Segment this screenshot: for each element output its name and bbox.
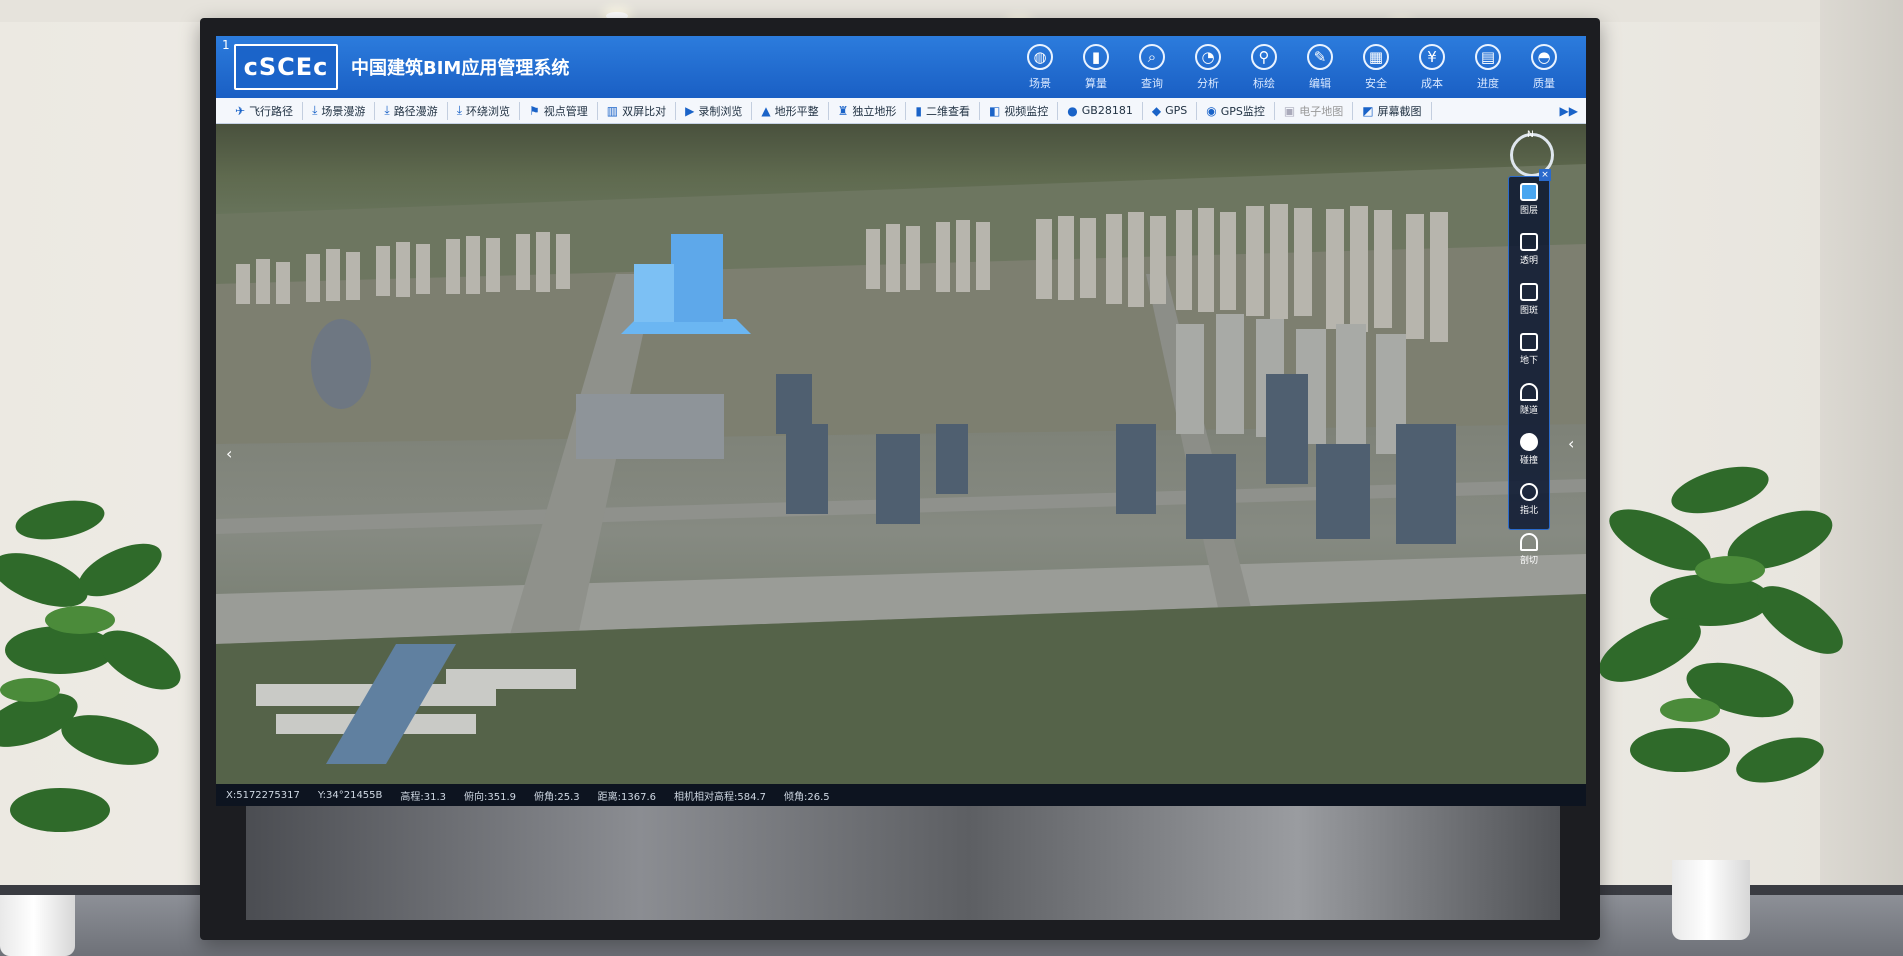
top-nav-query[interactable]: ⌕ 查询 [1124, 42, 1180, 94]
viewpoint-icon: ⚑ [529, 103, 540, 118]
close-icon[interactable]: × [1539, 169, 1551, 181]
top-nav-analysis[interactable]: ◔ 分析 [1180, 42, 1236, 94]
prev-arrow-icon[interactable]: ‹ [226, 444, 232, 463]
camera-icon: ● [1067, 103, 1078, 118]
tool-orbit[interactable]: ⤓ 环绕浏览 [448, 101, 520, 120]
tool-gps-monitor[interactable]: ◉ GPS监控 [1197, 101, 1275, 120]
side-tool-underground[interactable]: 地下 [1509, 333, 1549, 377]
route-icon: ⤓ [384, 103, 390, 117]
progress-icon: ▤ [1475, 44, 1501, 70]
3d-city-viewport[interactable]: ‹ ‹ [216, 124, 1586, 784]
tool-electronic-map[interactable]: ▣ 电子地图 [1275, 101, 1354, 120]
status-x: X:5172275317 [226, 789, 300, 801]
top-nav-progress[interactable]: ▤ 进度 [1460, 42, 1516, 94]
status-y: Y:34°21455B [317, 789, 383, 801]
tool-record[interactable]: ▶ 录制浏览 [676, 101, 753, 120]
analysis-icon: ◔ [1195, 44, 1221, 70]
status-heading: 俯向:351.9 [464, 791, 517, 803]
plant-pot-right [1672, 860, 1750, 940]
top-nav-cost[interactable]: ¥ 成本 [1404, 42, 1460, 94]
top-nav-quality[interactable]: ◓ 质量 [1516, 42, 1572, 94]
layers-icon [1520, 183, 1538, 201]
side-tool-transparent[interactable]: 透明 [1509, 233, 1549, 277]
top-nav-scene[interactable]: ◍ 场景 [1012, 42, 1068, 94]
helmet-icon: ◓ [1531, 44, 1557, 70]
tool-flight-path[interactable]: ✈ 飞行路径 [226, 101, 304, 120]
query-icon: ⌕ [1139, 44, 1165, 70]
tool-split-compare[interactable]: ▥ 双屏比对 [598, 101, 677, 120]
transparent-icon [1520, 233, 1538, 251]
tool-terrain-flatten[interactable]: ▲ 地形平整 [752, 101, 829, 120]
toolbar: ✈ 飞行路径 ⤓ 场景漫游 ⤓ 路径漫游 ⤓ 环绕浏览 ⚑ 视点管理 ▥ 双屏比对 ▶ 录制浏… [216, 98, 1586, 124]
side-tool-tunnel[interactable]: 隧道 [1509, 383, 1549, 427]
north-icon [1520, 483, 1538, 501]
tool-gps[interactable]: ◆ GPS [1143, 101, 1198, 120]
top-nav-measure[interactable]: ▮ 算量 [1068, 42, 1124, 94]
status-bar: X:5172275317 Y:34°21455B 高程:31.3 俯向:351.… [216, 784, 1586, 806]
next-arrow-icon[interactable]: ‹ [1568, 434, 1574, 453]
potted-plant-left [0, 500, 181, 832]
patch-icon [1520, 283, 1538, 301]
terrain-icon: ▲ [761, 103, 771, 118]
split-icon: ▥ [606, 103, 619, 118]
gps-monitor-icon: ◉ [1206, 103, 1217, 118]
pin-icon: ⚲ [1251, 44, 1277, 70]
edit-icon: ✎ [1307, 44, 1333, 70]
round-tower [311, 319, 371, 409]
record-icon: ▶ [685, 103, 695, 118]
side-tool-clip[interactable]: 剖切 [1509, 533, 1549, 577]
globe-icon: ◍ [1027, 44, 1053, 70]
side-tool-collision[interactable]: 碰撞 [1509, 433, 1549, 477]
tool-scene-roam[interactable]: ⤓ 场景漫游 [303, 101, 376, 120]
potted-plant-right [1600, 466, 1843, 783]
tool-independent-terrain[interactable]: ♜ 独立地形 [829, 101, 907, 120]
safety-icon: ▦ [1363, 44, 1389, 70]
toolbar-more-icon[interactable]: ▶▶ [1560, 104, 1578, 118]
underground-icon [1520, 333, 1538, 351]
tool-screenshot[interactable]: ◩ 屏幕截图 [1353, 101, 1432, 120]
plant-pot-left [0, 895, 75, 956]
orbit-icon: ⤓ [456, 103, 462, 117]
cscec-logo: cSCEc [234, 44, 338, 90]
top-nav-edit[interactable]: ✎ 编辑 [1292, 42, 1348, 94]
top-nav-plot[interactable]: ⚲ 标绘 [1236, 42, 1292, 94]
side-tool-panel: × 图层 透明 图斑 地下 隧道 碰撞 指北 剖切 [1508, 169, 1551, 566]
logo-prefix: 1 [222, 38, 230, 52]
tool-viewpoint[interactable]: ⚑ 视点管理 [520, 101, 598, 120]
city-scene: ‹ ‹ [216, 164, 1586, 784]
walk-icon: ⤓ [312, 103, 318, 117]
long-building [576, 394, 724, 459]
tool-2d-view[interactable]: ▮ 二维查看 [906, 101, 980, 120]
collision-icon [1520, 433, 1538, 451]
ruler-icon: ▮ [1083, 44, 1109, 70]
display-screen: 1 cSCEc 中国建筑BIM应用管理系统 ◍ 场景 ▮ 算量 ⌕ 查询 ◔ 分析 ⚲ 标… [216, 36, 1586, 806]
side-tool-patch[interactable]: 图斑 [1509, 283, 1549, 327]
top-nav: ◍ 场景 ▮ 算量 ⌕ 查询 ◔ 分析 ⚲ 标绘 ✎ 编辑 ▦ 安全 ¥ 成本 ▤ 进度 ◓ 质量 [1012, 42, 1572, 94]
tool-path-roam[interactable]: ⤓ 路径漫游 [375, 101, 448, 120]
tunnel-icon [1520, 383, 1538, 401]
app-header: 1 cSCEc 中国建筑BIM应用管理系统 ◍ 场景 ▮ 算量 ⌕ 查询 ◔ 分析 ⚲ 标… [216, 36, 1586, 98]
status-elevation: 高程:31.3 [400, 791, 447, 803]
status-camera-height: 相机相对高程:584.7 [674, 791, 767, 803]
terrain2-icon: ♜ [837, 103, 849, 118]
video-icon: ◧ [988, 103, 1001, 118]
side-tool-layers[interactable]: 图层 [1509, 183, 1549, 227]
plane-icon: ✈ [235, 103, 246, 118]
clip-icon [1520, 533, 1538, 551]
status-tilt: 倾角:26.5 [784, 791, 830, 803]
status-distance: 距离:1367.6 [597, 791, 657, 803]
tool-gb28181[interactable]: ● GB28181 [1058, 101, 1143, 120]
top-nav-safety[interactable]: ▦ 安全 [1348, 42, 1404, 94]
status-pitch: 俯角:25.3 [534, 791, 580, 803]
map-icon: ▣ [1283, 103, 1296, 118]
app-title: 中国建筑BIM应用管理系统 [351, 58, 570, 79]
screenshot-icon: ◩ [1362, 103, 1374, 118]
cost-icon: ¥ [1419, 44, 1445, 70]
2d-icon: ▮ [915, 103, 922, 118]
side-tool-north[interactable]: 指北 [1509, 483, 1549, 527]
tool-video-monitor[interactable]: ◧ 视频监控 [980, 101, 1059, 120]
gps-icon: ◆ [1151, 103, 1162, 118]
